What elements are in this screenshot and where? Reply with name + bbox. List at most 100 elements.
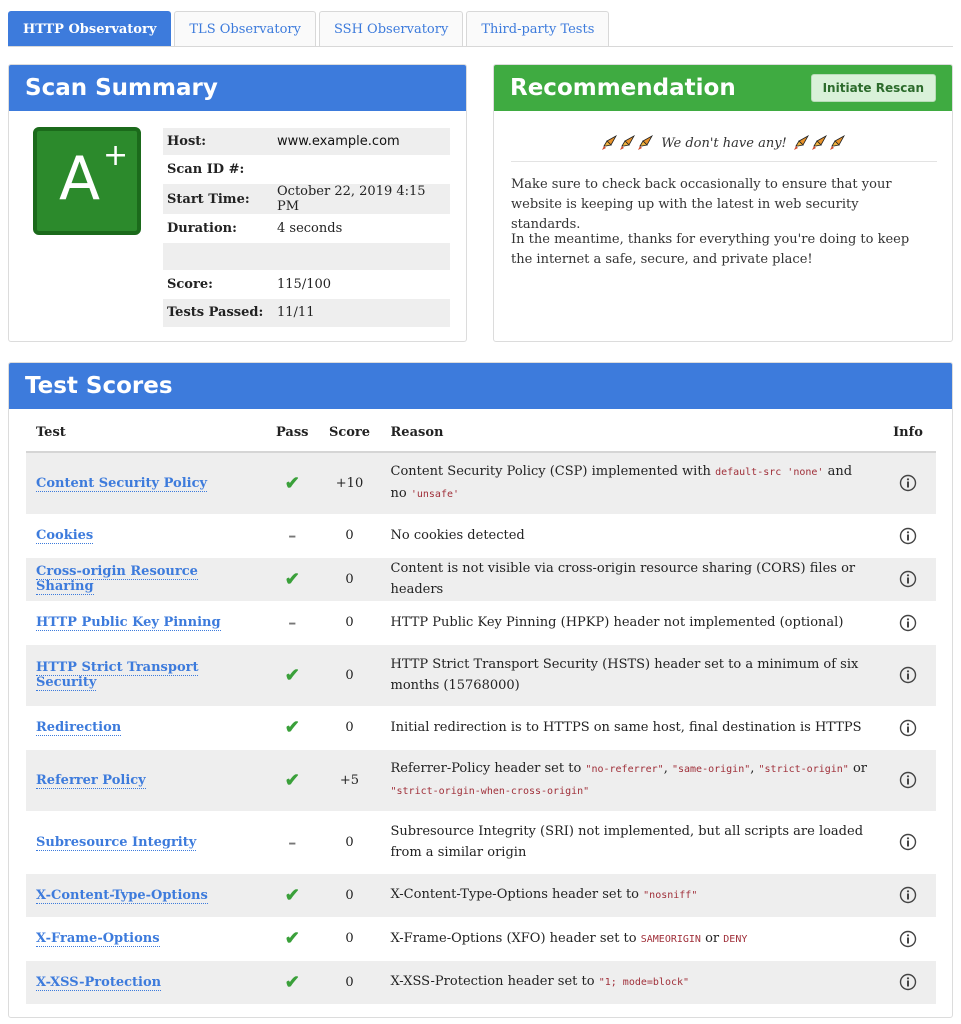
reason-cell: Content is not visible via cross-origin … <box>380 557 880 602</box>
reason-cell: Referrer-Policy header set to "no-referr… <box>380 749 880 812</box>
tab-http-observatory[interactable]: HTTP Observatory <box>8 11 172 46</box>
pass-cell: ✔ <box>266 749 319 812</box>
reason-code: default-src 'none' <box>715 467 824 479</box>
check-icon: ✔ <box>284 928 300 949</box>
summary-table: Host: www.example.com Scan ID #: Start T… <box>163 127 450 327</box>
reason-text: Content is not visible via cross-origin … <box>390 561 856 597</box>
tabs-divider <box>8 46 953 47</box>
info-icon[interactable] <box>899 771 917 789</box>
summary-key: Start Time: <box>163 183 273 215</box>
score-cell: 0 <box>318 917 381 961</box>
info-icon[interactable] <box>899 719 917 737</box>
info-icon[interactable] <box>899 614 917 632</box>
info-icon[interactable] <box>899 833 917 851</box>
test-link[interactable]: X-Content-Type-Options <box>36 887 208 904</box>
test-link[interactable]: Referrer Policy <box>36 772 146 789</box>
info-cell <box>880 557 936 602</box>
observatory-tabs: HTTP Observatory TLS Observatory SSH Obs… <box>8 11 612 47</box>
test-link[interactable]: Cross-origin Resource Sharing <box>36 564 198 595</box>
scan-id-value <box>273 155 450 184</box>
table-row: Cross-origin Resource Sharing ✔ 0 Content i… <box>26 557 936 602</box>
test-link[interactable]: X-XSS-Protection <box>36 974 162 991</box>
reason-code: DENY <box>723 933 748 945</box>
pass-cell: ✔ <box>266 706 319 750</box>
reason-cell: HTTP Public Key Pinning (HPKP) header no… <box>380 601 880 645</box>
summary-key: Host: <box>163 127 273 156</box>
check-icon: ✔ <box>284 472 300 494</box>
summary-row-tests-passed: Tests Passed: 11/11 <box>163 298 450 327</box>
tab-ssh-observatory[interactable]: SSH Observatory <box>319 11 464 46</box>
start-time-value: October 22, 2019 4:15 PM <box>273 183 450 215</box>
reason-text: X-XSS-Protection header set to <box>390 974 599 989</box>
test-link[interactable]: Redirection <box>36 720 122 736</box>
reason-text: or <box>700 930 724 946</box>
summary-row-spacer <box>163 242 450 271</box>
test-link[interactable]: HTTP Public Key Pinning <box>36 615 221 631</box>
test-name-cell: X-Frame-Options <box>26 917 266 961</box>
rockets-right <box>793 135 847 151</box>
reason-code: "1; mode=block" <box>598 977 690 988</box>
info-cell <box>880 601 936 645</box>
info-cell <box>880 644 936 707</box>
grade-badge: A + <box>33 127 141 235</box>
summary-row-host: Host: www.example.com <box>163 127 450 156</box>
reason-text: or <box>848 761 868 776</box>
test-name-cell: HTTP Strict Transport Security <box>26 644 266 707</box>
tab-tls-observatory[interactable]: TLS Observatory <box>174 11 316 46</box>
reason-text: Referrer-Policy header set to <box>390 761 586 776</box>
info-cell <box>880 960 936 1005</box>
recommendation-headline: We don't have any! <box>661 135 787 151</box>
summary-row-duration: Duration: 4 seconds <box>163 214 450 243</box>
table-row: Referrer Policy ✔ +5 Referrer-Policy header… <box>26 749 936 812</box>
duration-value: 4 seconds <box>273 214 450 243</box>
info-cell <box>880 873 936 918</box>
info-icon[interactable] <box>899 930 917 948</box>
pass-cell: ✔ <box>266 452 319 515</box>
reason-cell: Initial redirection is to HTTPS on same … <box>380 706 880 750</box>
reason-cell: Content Security Policy (CSP) implemente… <box>380 452 880 515</box>
initiate-rescan-button[interactable]: Initiate Rescan <box>810 74 936 102</box>
pass-cell: ✔ <box>266 917 319 961</box>
info-cell <box>880 917 936 961</box>
reason-code: "same-origin" <box>671 764 751 775</box>
info-icon[interactable] <box>899 973 917 991</box>
test-link[interactable]: Cookies <box>36 528 94 544</box>
test-link[interactable]: HTTP Strict Transport Security <box>36 660 199 691</box>
score-cell: 0 <box>318 873 381 918</box>
scan-summary-title: Scan Summary <box>9 65 466 111</box>
table-row: Subresource Integrity – 0 Subresource Integ… <box>26 811 936 874</box>
test-scores-panel: Test Scores Test Pass Score Reason Info … <box>8 362 953 1018</box>
reason-code: "nosniff" <box>643 890 698 901</box>
test-scores-title: Test Scores <box>9 363 952 409</box>
recommendation-panel: Recommendation Initiate Rescan We don't … <box>493 64 953 342</box>
test-name-cell: Referrer Policy <box>26 749 266 812</box>
host-value: www.example.com <box>273 127 450 156</box>
tab-third-party-tests[interactable]: Third-party Tests <box>466 11 610 46</box>
info-icon[interactable] <box>899 570 917 588</box>
test-link[interactable]: Content Security Policy <box>36 475 208 492</box>
reason-code: SAMEORIGIN <box>640 933 701 945</box>
test-name-cell: X-XSS-Protection <box>26 960 266 1005</box>
summary-key <box>163 242 273 271</box>
reason-text: X-Frame-Options (XFO) header set to <box>390 930 641 946</box>
reason-text: HTTP Strict Transport Security (HSTS) he… <box>390 657 859 693</box>
test-link[interactable]: X-Frame-Options <box>36 931 160 947</box>
info-icon[interactable] <box>899 666 917 684</box>
scan-summary-panel: Scan Summary A + Host: www.example.com S… <box>8 64 467 342</box>
reason-text: HTTP Public Key Pinning (HPKP) header no… <box>390 615 844 630</box>
table-row: X-XSS-Protection ✔ 0 X-XSS-Protection heade… <box>26 960 936 1005</box>
reason-code: "no-referrer" <box>585 764 664 775</box>
rockets-left <box>601 135 655 151</box>
score-cell: 0 <box>318 706 381 750</box>
info-cell <box>880 811 936 874</box>
info-icon[interactable] <box>899 886 917 904</box>
test-link[interactable]: Subresource Integrity <box>36 834 197 851</box>
info-icon[interactable] <box>899 527 917 545</box>
tests-passed-value: 11/11 <box>273 298 450 327</box>
reason-code: 'unsafe' <box>410 489 460 501</box>
reason-code: "strict-origin" <box>758 764 849 775</box>
rocket-icon <box>811 135 827 150</box>
check-icon: ✔ <box>284 664 300 686</box>
info-icon[interactable] <box>899 474 917 492</box>
score-cell: 0 <box>318 514 381 558</box>
